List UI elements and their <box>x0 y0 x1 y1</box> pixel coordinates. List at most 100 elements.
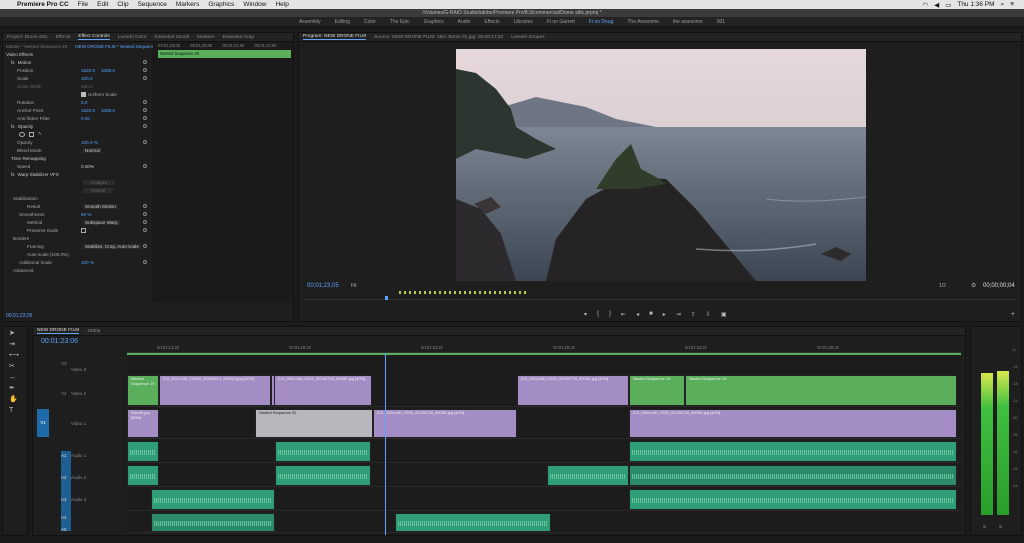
timeline-clip[interactable]: DJI_0004-M6_C026_20160718_0002K.jpg [40%… <box>373 409 517 438</box>
rotation-value[interactable]: 0.0 <box>81 100 87 105</box>
reset-icon[interactable] <box>143 108 147 112</box>
warp-header[interactable]: fx Warp Stabilizer VFX <box>3 170 151 178</box>
reset-icon[interactable] <box>143 260 147 264</box>
ec-timecode[interactable]: 00;01;23;05 <box>6 313 32 319</box>
ripple-edit-icon[interactable]: ⟷ <box>9 352 19 360</box>
audio-clip[interactable] <box>629 465 957 486</box>
audio-clip[interactable] <box>275 465 371 486</box>
reset-icon[interactable] <box>143 60 147 64</box>
hand-tool-icon[interactable]: ✋ <box>9 396 18 404</box>
menu-file[interactable]: File <box>78 1 88 8</box>
timeline-clip[interactable]: Nested Sequence 20 <box>255 409 373 438</box>
ws-001[interactable]: 001 <box>717 19 725 25</box>
track-a5-label[interactable]: A5 <box>61 527 67 532</box>
selection-tool-icon[interactable]: ➤ <box>9 330 17 338</box>
playhead[interactable] <box>385 353 386 535</box>
audio-clip[interactable] <box>151 513 275 532</box>
source-label[interactable]: Master * Nested Sequence 20 <box>6 44 67 49</box>
tab-project[interactable]: Project: Drone stric <box>7 35 48 40</box>
slip-icon[interactable]: ↔ <box>9 374 17 382</box>
reset-icon[interactable] <box>143 68 147 72</box>
resolution-dropdown[interactable]: 1/2 <box>939 283 946 289</box>
track-select-icon[interactable]: ⇥ <box>9 341 17 349</box>
search-icon[interactable]: ⌕ <box>1001 1 1005 9</box>
audio-clip[interactable] <box>275 441 371 462</box>
menu-list-icon[interactable]: ≡ <box>1010 1 1014 8</box>
rect-mask-icon[interactable] <box>29 131 34 137</box>
pen-mask-icon[interactable]: ✎ <box>38 131 42 137</box>
uniform-scale-checkbox[interactable] <box>81 91 86 97</box>
timeline-timecode[interactable]: 00:01:23:06 <box>41 338 78 345</box>
program-timecode[interactable]: 00;01;23;05 <box>307 283 339 289</box>
position-y[interactable]: 1080.0 <box>101 68 115 73</box>
ws-effects[interactable]: Effects <box>484 19 499 25</box>
reset-icon[interactable] <box>143 228 147 232</box>
audio-clip[interactable] <box>151 489 275 510</box>
reset-icon[interactable] <box>143 212 147 216</box>
track-v2-label[interactable]: V2 <box>61 391 67 396</box>
go-to-in-icon[interactable]: ⇤ <box>621 311 626 318</box>
fx-icon[interactable]: fx <box>11 60 15 65</box>
ellipse-mask-icon[interactable] <box>19 131 25 137</box>
audio-clip[interactable] <box>629 441 957 462</box>
tab-1080p[interactable]: 1080p <box>87 329 100 334</box>
reset-icon[interactable] <box>143 204 147 208</box>
antiflicker-value[interactable]: 0.00 <box>81 116 90 121</box>
time-remap-header[interactable]: Time Remapping <box>3 154 151 162</box>
tab-sequence[interactable]: NEW DRONE FILM <box>37 328 80 334</box>
export-frame-icon[interactable]: ▣ <box>721 311 727 318</box>
tab-source[interactable]: Source: NEW DRONE FILM: 18m 45mm 01.jpg:… <box>374 35 503 40</box>
step-forward-icon[interactable]: ▸ <box>663 311 666 318</box>
motion-row[interactable]: fx Motion <box>3 58 151 66</box>
volume-icon[interactable]: ◀ <box>934 1 939 9</box>
analyze-button[interactable]: Analyze <box>83 179 116 185</box>
audio-clip[interactable] <box>547 465 629 486</box>
wrench-icon[interactable]: ⚙ <box>971 282 976 289</box>
reset-icon[interactable] <box>143 244 147 248</box>
anchor-y[interactable]: 1080.0 <box>101 108 115 113</box>
stabilization-header[interactable]: Stabilization <box>3 194 151 202</box>
ws-editing[interactable]: Editing <box>335 19 350 25</box>
menu-window[interactable]: Window <box>243 1 266 8</box>
tab-markers[interactable]: Markers <box>197 35 214 40</box>
timeline-ruler[interactable]: 00;01;14;22 00;01;19;22 00;01;24;21 00;0… <box>127 343 961 353</box>
ec-clip-bar[interactable]: Nested Sequence 20 <box>158 50 291 58</box>
ws-audio[interactable]: Audio <box>458 19 471 25</box>
reset-icon[interactable] <box>143 124 147 128</box>
tab-effects[interactable]: Effects <box>56 35 71 40</box>
timeline-clip[interactable]: Nested Sequence 19 <box>127 375 159 406</box>
step-back-icon[interactable]: ◂ <box>636 311 639 318</box>
ec-mini-timeline[interactable]: 00;01;19;00 00;01;20;00 00;01;21;00 00;0… <box>153 42 293 302</box>
timeline-clip[interactable]: DJI_0004-M6_C0490_20160614_0001(K)jpg [4… <box>159 375 271 406</box>
track-area[interactable]: Nested Sequence 19 DJI_0004-M6_C0490_201… <box>127 353 961 535</box>
reset-icon[interactable] <box>143 220 147 224</box>
work-area-bar[interactable] <box>127 353 961 355</box>
scale-value[interactable]: 100.0 <box>81 76 93 81</box>
ws-the-epic[interactable]: The Epic <box>390 19 410 25</box>
solo-right-button[interactable]: S <box>999 524 1002 529</box>
add-button-icon[interactable]: + <box>1011 311 1015 318</box>
solo-left-button[interactable]: S <box>983 524 986 529</box>
track-v3-label[interactable]: V3 <box>61 361 67 366</box>
opacity-header[interactable]: fx Opacity <box>3 122 151 130</box>
go-to-out-icon[interactable]: ⇥ <box>676 311 681 318</box>
opacity-value[interactable]: 100.0 % <box>81 140 98 145</box>
timeline-clip[interactable]: Nested Sequence 19 <box>685 375 957 406</box>
borders-header[interactable]: Borders <box>3 234 151 242</box>
blend-dropdown[interactable]: Normal <box>83 147 102 153</box>
reset-icon[interactable] <box>143 164 147 168</box>
timeline-clip[interactable]: Sdw25.jpg [50%] <box>127 409 159 438</box>
timeline-clip[interactable]: DJI_0004-M6_C020_20160718_0009K.jpg [40%… <box>629 409 957 438</box>
tab-effect-controls[interactable]: Effect Controls <box>78 34 110 40</box>
ws-color[interactable]: Color <box>364 19 376 25</box>
method-dropdown[interactable]: Subspace Warp <box>83 219 120 225</box>
anchor-x[interactable]: 1920.0 <box>81 108 95 113</box>
ws-libraries[interactable]: Libraries <box>514 19 533 25</box>
ws-fi-on-garrett[interactable]: Fi on Garrett <box>547 19 575 25</box>
menu-clip[interactable]: Clip <box>117 1 128 8</box>
track-a1-label[interactable]: A1 <box>61 453 67 458</box>
cancel-button[interactable]: Cancel <box>83 187 114 193</box>
fit-dropdown[interactable]: Fit <box>351 283 357 289</box>
menu-edit[interactable]: Edit <box>97 1 108 8</box>
lift-icon[interactable]: ⇧ <box>691 311 696 318</box>
